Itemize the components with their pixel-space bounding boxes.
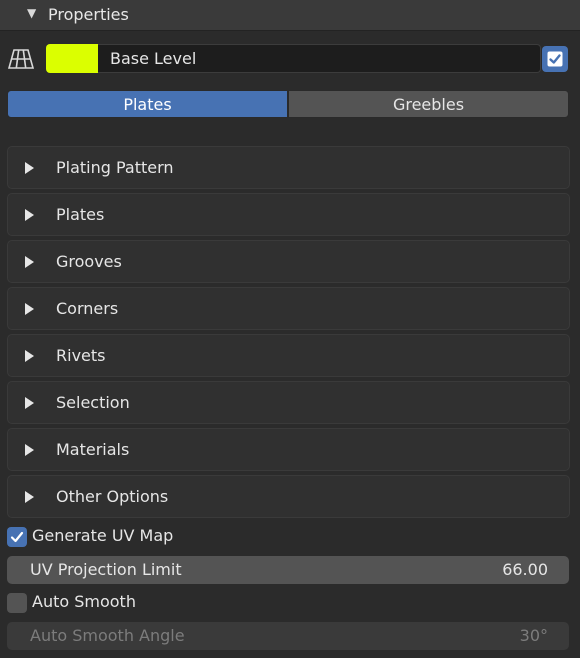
properties-title: Properties [48,5,129,24]
level-row: Base Level [0,40,580,78]
panel-plates[interactable]: Plates [7,193,570,236]
expand-triangle-icon [25,303,34,315]
auto-smooth-label[interactable]: Auto Smooth [32,592,136,611]
generate-uv-map-label[interactable]: Generate UV Map [32,526,173,545]
panel-label: Corners [56,299,119,318]
level-name-field[interactable]: Base Level [98,44,541,73]
expand-triangle-icon [25,162,34,174]
level-enable-checkbox[interactable] [542,46,568,72]
expand-triangle-icon [25,256,34,268]
panel-selection[interactable]: Selection [7,381,570,424]
panel-label: Plates [56,205,105,224]
panel-materials[interactable]: Materials [7,428,570,471]
panel-label: Plating Pattern [56,158,174,177]
generate-uv-map-row: Generate UV Map [7,525,307,549]
expand-triangle-icon [25,397,34,409]
panel-grooves[interactable]: Grooves [7,240,570,283]
uv-projection-limit-value: 66.00 [502,560,548,579]
expand-triangle-icon [25,491,34,503]
panel-label: Rivets [56,346,106,365]
collapse-triangle-icon: ▼ [27,6,37,20]
expand-triangle-icon [25,350,34,362]
panel-label: Other Options [56,487,169,506]
panel-other-options[interactable]: Other Options [7,475,570,518]
uv-projection-limit-label: UV Projection Limit [30,560,182,579]
plating-grid-icon [8,49,34,69]
panel-label: Grooves [56,252,122,271]
uv-projection-limit-slider[interactable]: UV Projection Limit 66.00 [7,556,569,584]
checkmark-icon [547,51,563,67]
properties-header[interactable]: ▼ Properties [0,0,580,31]
panel-rivets[interactable]: Rivets [7,334,570,377]
tab-plates[interactable]: Plates [7,90,288,118]
level-color-swatch[interactable] [46,44,99,73]
auto-smooth-angle-slider: Auto Smooth Angle 30° [7,622,569,650]
panel-corners[interactable]: Corners [7,287,570,330]
auto-smooth-checkbox[interactable] [7,593,27,613]
panel-label: Materials [56,440,130,459]
panel-plating-pattern[interactable]: Plating Pattern [7,146,570,189]
checkmark-icon [10,531,24,543]
auto-smooth-angle-label: Auto Smooth Angle [30,626,185,645]
auto-smooth-angle-value: 30° [519,626,548,645]
tab-greebles[interactable]: Greebles [288,90,569,118]
expand-triangle-icon [25,444,34,456]
mode-tabs: Plates Greebles [7,90,569,118]
panel-label: Selection [56,393,130,412]
generate-uv-map-checkbox[interactable] [7,527,27,547]
auto-smooth-row: Auto Smooth [7,591,307,615]
expand-triangle-icon [25,209,34,221]
